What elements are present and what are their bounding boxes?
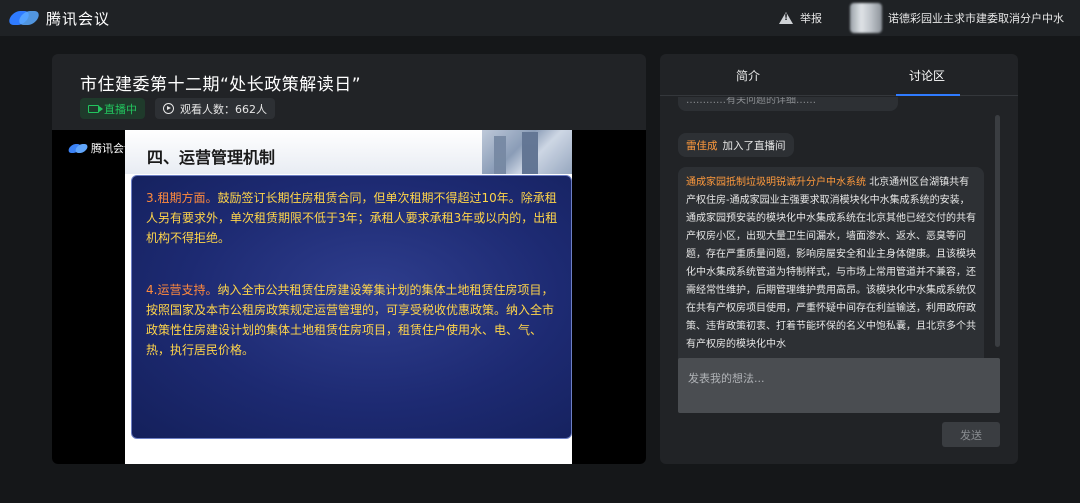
active-tab-indicator: [896, 94, 960, 96]
slide-footer: [125, 439, 572, 464]
stream-panel: 市住建委第十二期“处长政策解读日” 直播中 观看人数：662人 腾讯会议 四、运…: [52, 54, 646, 464]
presentation-slide: 四、运营管理机制 3.租期方面。鼓励签订长期住房租赁合同，但单次租期不得超过10…: [125, 130, 572, 464]
play-circle-icon: [163, 103, 174, 114]
chat-user-name[interactable]: 通成家园抵制垃圾明锐诚升分户中水系统: [686, 177, 866, 188]
live-label: 直播中: [104, 102, 137, 116]
send-button[interactable]: 发送: [942, 422, 1000, 447]
chat-message-text: 北京通州区台湖镇共有产权住房-通成家园业主强要求取消模块化中水集成系统的安装，通…: [686, 177, 976, 350]
live-status-badge: 直播中: [80, 98, 145, 119]
top-bar: 腾讯会议 举报 诺德彩园业主求市建委取消分户中水: [0, 0, 1080, 36]
top-bar-right: 举报 诺德彩园业主求市建委取消分户中水: [779, 3, 1064, 33]
stream-title: 市住建委第十二期“处长政策解读日”: [80, 75, 362, 95]
video-camera-icon: [88, 104, 103, 113]
slide-heading: 四、运营管理机制: [147, 148, 276, 167]
chat-scrollbar[interactable]: [995, 115, 1000, 347]
comment-input-placeholder: 发表我的想法...: [688, 372, 765, 385]
viewer-count-badge: 观看人数：662人: [155, 98, 275, 119]
slide-paragraph-2: 4.运营支持。纳入全市公共租赁住房建设筹集计划的集体土地租赁住房项目，按照国家及…: [146, 280, 558, 360]
slide-paragraph-1: 3.租期方面。鼓励签订长期住房租赁合同，但单次租期不得超过10年。除承租人另有要…: [146, 188, 558, 248]
avatar[interactable]: [850, 3, 882, 33]
tencent-meeting-logo-icon: [68, 143, 88, 154]
username: 诺德彩园业主求市建委取消分户中水: [888, 12, 1064, 25]
chat-join-text: 加入了直播间: [722, 139, 786, 152]
app-name: 腾讯会议: [46, 9, 111, 28]
warning-icon: [779, 12, 793, 24]
chat-message-text: …………有关问题的详细……: [686, 97, 816, 106]
report-button[interactable]: 举报: [779, 10, 822, 26]
tencent-meeting-logo-icon: [8, 10, 40, 26]
slide-paragraph-1-keyword: 3.租期方面。: [146, 191, 218, 205]
chat-user-name[interactable]: 雷佳成: [686, 138, 718, 153]
stream-badges: 直播中 观看人数：662人: [80, 98, 275, 119]
chat-list[interactable]: …………有关问题的详细…… 雷佳成 加入了直播间 通成家园抵制垃圾明锐诚升分户中…: [660, 97, 1018, 359]
video-player[interactable]: 腾讯会议 四、运营管理机制 3.租期方面。鼓励签订长期住房租赁合同，但单次租期不…: [52, 130, 646, 464]
tab-bar: 简介 讨论区: [660, 54, 1018, 96]
chat-message: 通成家园抵制垃圾明锐诚升分户中水系统 北京通州区台湖镇共有产权住房-通成家园业主…: [678, 167, 984, 359]
viewer-count: 观看人数：662人: [180, 102, 267, 116]
tab-discussion[interactable]: 讨论区: [909, 67, 945, 84]
chat-message: …………有关问题的详细……: [678, 97, 898, 111]
app-logo: 腾讯会议: [8, 8, 110, 29]
user-profile[interactable]: 诺德彩园业主求市建委取消分户中水: [850, 3, 1064, 33]
slide-header: 四、运营管理机制: [125, 130, 572, 174]
side-panel: 简介 讨论区 …………有关问题的详细…… 雷佳成 加入了直播间 通成家园抵制垃圾…: [660, 54, 1018, 464]
slide-body: 3.租期方面。鼓励签订长期住房租赁合同，但单次租期不得超过10年。除承租人另有要…: [131, 175, 572, 439]
comment-input[interactable]: 发表我的想法...: [678, 358, 1000, 413]
slide-paragraph-2-keyword: 4.运营支持。: [146, 283, 218, 297]
report-label: 举报: [800, 12, 822, 25]
slide-skyline-image: [482, 130, 572, 174]
tab-intro[interactable]: 简介: [736, 67, 760, 84]
chat-join-notice: 雷佳成 加入了直播间: [678, 133, 794, 157]
